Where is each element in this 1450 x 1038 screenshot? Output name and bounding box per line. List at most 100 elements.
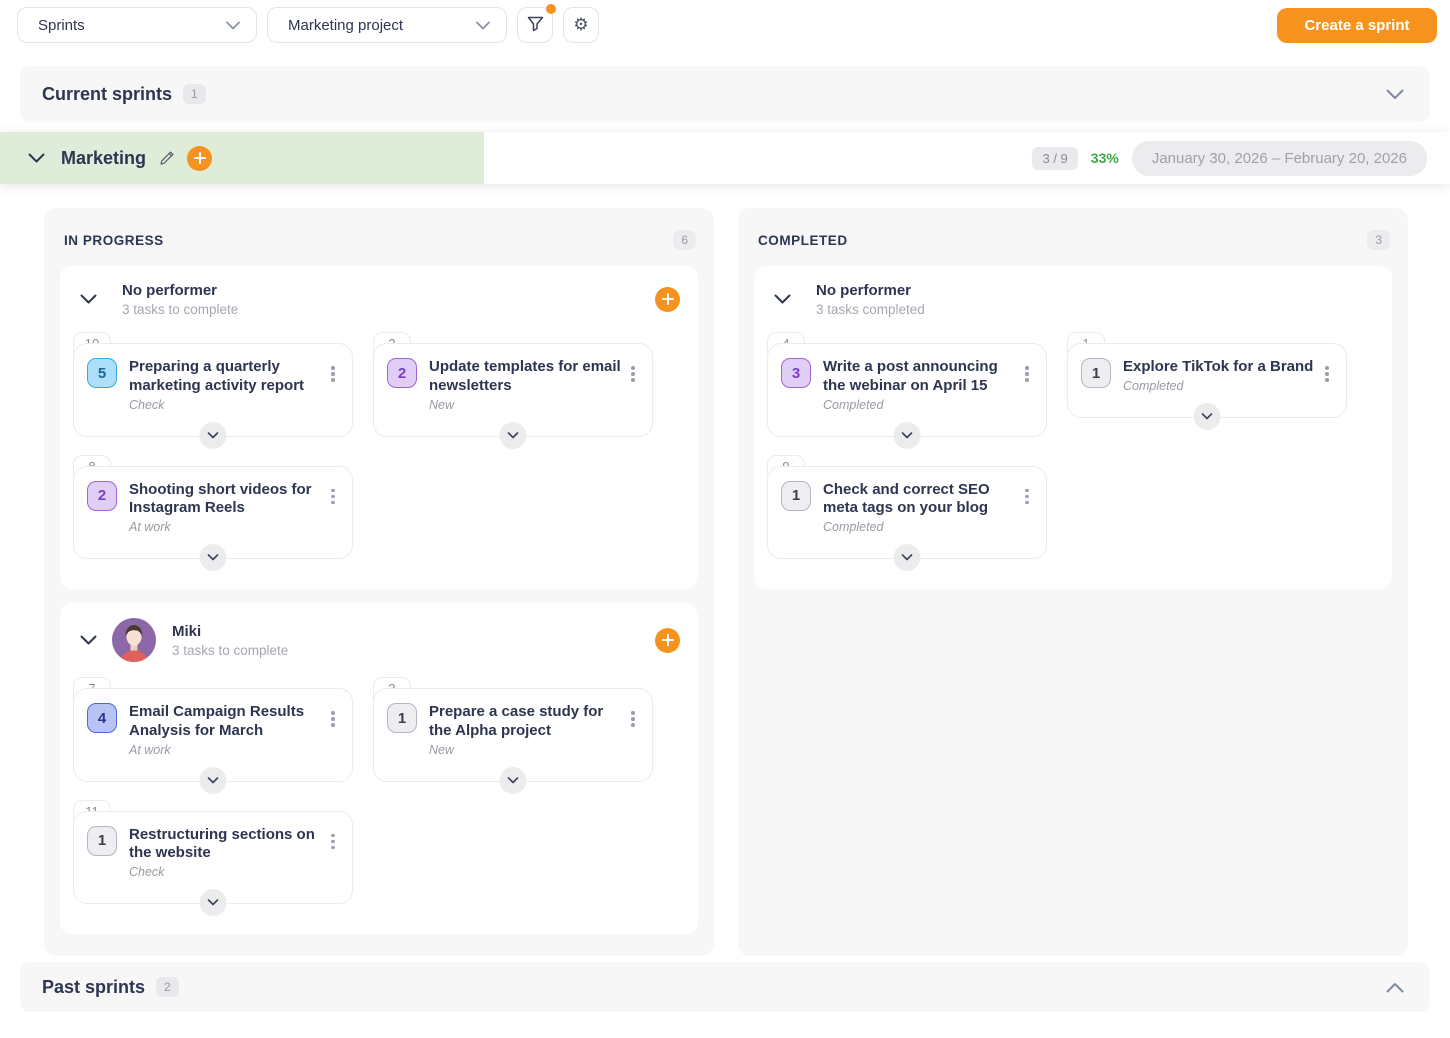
- progress-percent: 33%: [1091, 150, 1119, 166]
- group-header: No performer 3 tasks completed: [754, 266, 1392, 330]
- past-sprints-section-header[interactable]: Past sprints 2: [20, 962, 1430, 1012]
- filter-button[interactable]: [517, 7, 553, 43]
- sprint-header: Marketing 3 / 9 33% January 30, 2026 – F…: [0, 132, 1450, 184]
- chevron-down-icon[interactable]: [1386, 89, 1404, 100]
- kebab-menu-icon[interactable]: [324, 481, 342, 505]
- group-header: Miki 3 tasks to complete: [60, 603, 698, 675]
- performer-group-miki: Miki 3 tasks to complete 7 4 Email Campa…: [60, 603, 698, 934]
- project-select-value: Marketing project: [288, 17, 403, 34]
- task-body[interactable]: 2 Shooting short videos for Instagram Re…: [73, 466, 353, 560]
- create-sprint-button[interactable]: Create a sprint: [1277, 8, 1437, 43]
- expand-task-button[interactable]: [200, 889, 227, 916]
- task-card: 10 5 Preparing a quarterly marketing act…: [73, 332, 353, 437]
- task-title: Explore TikTok for a Brand: [1123, 358, 1318, 377]
- project-select[interactable]: Marketing project: [267, 7, 507, 43]
- collapse-group-chevron-icon[interactable]: [70, 281, 106, 317]
- task-status: At work: [129, 743, 324, 757]
- priority-badge: 2: [87, 481, 117, 511]
- kebab-menu-icon[interactable]: [324, 703, 342, 727]
- expand-task-button[interactable]: [1194, 403, 1221, 430]
- task-title: Shooting short videos for Instagram Reel…: [129, 481, 324, 519]
- task-card: 3 1 Prepare a case study for the Alpha p…: [373, 677, 653, 782]
- performer-group-no-performer: No performer 3 tasks completed 4 3 Write…: [754, 266, 1392, 589]
- kebab-menu-icon[interactable]: [324, 358, 342, 382]
- task-status: New: [429, 743, 624, 757]
- gear-icon: ⚙: [573, 15, 588, 35]
- task-card: 2 2 Update templates for email newslette…: [373, 332, 653, 437]
- kebab-menu-icon[interactable]: [624, 358, 642, 382]
- task-status: Check: [129, 865, 324, 879]
- task-body[interactable]: 1 Restructuring sections on the website …: [73, 811, 353, 905]
- group-name: No performer: [816, 282, 925, 299]
- task-title: Email Campaign Results Analysis for Marc…: [129, 703, 324, 741]
- group-name-block: No performer 3 tasks to complete: [122, 282, 238, 317]
- column-title: COMPLETED: [758, 233, 848, 248]
- priority-badge: 1: [87, 826, 117, 856]
- task-title: Update templates for email newsletters: [429, 358, 624, 396]
- filter-notification-dot: [546, 4, 556, 14]
- task-status: Completed: [823, 520, 1018, 534]
- task-body[interactable]: 1 Check and correct SEO meta tags on you…: [767, 466, 1047, 560]
- column-completed: COMPLETED 3 No performer 3 tasks complet…: [738, 208, 1408, 956]
- task-card: 1 1 Explore TikTok for a Brand Completed: [1067, 332, 1347, 418]
- sprints-page: Sprints Marketing project ⚙ Create a spr…: [0, 0, 1450, 1038]
- section-title: Current sprints: [42, 84, 172, 105]
- expand-task-button[interactable]: [200, 544, 227, 571]
- task-card: 11 1 Restructuring sections on the websi…: [73, 800, 353, 905]
- group-subtitle: 3 tasks completed: [816, 302, 925, 317]
- expand-task-button[interactable]: [894, 422, 921, 449]
- task-title: Prepare a case study for the Alpha proje…: [429, 703, 624, 741]
- current-sprints-section-header[interactable]: Current sprints 1: [20, 66, 1430, 122]
- chevron-down-icon: [226, 21, 240, 30]
- task-card: 7 4 Email Campaign Results Analysis for …: [73, 677, 353, 782]
- kebab-menu-icon[interactable]: [1318, 358, 1336, 382]
- collapse-sprint-chevron-icon[interactable]: [28, 153, 45, 163]
- view-select-value: Sprints: [38, 17, 85, 34]
- settings-button[interactable]: ⚙: [563, 7, 599, 43]
- task-body[interactable]: 4 Email Campaign Results Analysis for Ma…: [73, 688, 353, 782]
- task-status: At work: [129, 520, 324, 534]
- expand-task-button[interactable]: [500, 767, 527, 794]
- kebab-menu-icon[interactable]: [624, 703, 642, 727]
- kebab-menu-icon[interactable]: [324, 826, 342, 850]
- expand-task-button[interactable]: [200, 767, 227, 794]
- performer-group-no-performer: No performer 3 tasks to complete 10 5 Pr…: [60, 266, 698, 589]
- kebab-menu-icon[interactable]: [1018, 358, 1036, 382]
- column-header: IN PROGRESS 6: [60, 222, 698, 252]
- task-status: Completed: [823, 398, 1018, 412]
- task-title: Preparing a quarterly marketing activity…: [129, 358, 324, 396]
- priority-badge: 1: [781, 481, 811, 511]
- avatar: [112, 618, 156, 662]
- add-task-button[interactable]: [655, 287, 680, 312]
- group-subtitle: 3 tasks to complete: [122, 302, 238, 317]
- add-task-button[interactable]: [187, 146, 212, 171]
- collapse-group-chevron-icon[interactable]: [764, 281, 800, 317]
- task-body[interactable]: 3 Write a post announcing the webinar on…: [767, 343, 1047, 437]
- add-task-button[interactable]: [655, 628, 680, 653]
- task-body[interactable]: 1 Explore TikTok for a Brand Completed: [1067, 343, 1347, 418]
- kebab-menu-icon[interactable]: [1018, 481, 1036, 505]
- task-card: 9 1 Check and correct SEO meta tags on y…: [767, 455, 1047, 560]
- expand-task-button[interactable]: [500, 422, 527, 449]
- section-count-badge: 2: [156, 977, 179, 997]
- edit-sprint-pencil-icon[interactable]: [158, 150, 175, 167]
- chevron-up-icon[interactable]: [1386, 982, 1404, 993]
- column-header: COMPLETED 3: [754, 222, 1392, 252]
- task-body[interactable]: 1 Prepare a case study for the Alpha pro…: [373, 688, 653, 782]
- task-body[interactable]: 2 Update templates for email newsletters…: [373, 343, 653, 437]
- expand-task-button[interactable]: [894, 544, 921, 571]
- group-name-block: Miki 3 tasks to complete: [172, 623, 288, 658]
- funnel-icon: [527, 16, 544, 35]
- group-subtitle: 3 tasks to complete: [172, 643, 288, 658]
- section-count-badge: 1: [183, 84, 206, 104]
- view-select[interactable]: Sprints: [17, 7, 257, 43]
- collapse-group-chevron-icon[interactable]: [70, 622, 106, 658]
- chevron-down-icon: [476, 21, 490, 30]
- group-name: Miki: [172, 623, 288, 640]
- task-body[interactable]: 5 Preparing a quarterly marketing activi…: [73, 343, 353, 437]
- expand-task-button[interactable]: [200, 422, 227, 449]
- priority-badge: 3: [781, 358, 811, 388]
- task-card: 8 2 Shooting short videos for Instagram …: [73, 455, 353, 560]
- task-grid: 10 5 Preparing a quarterly marketing act…: [60, 330, 698, 589]
- section-title: Past sprints: [42, 977, 145, 998]
